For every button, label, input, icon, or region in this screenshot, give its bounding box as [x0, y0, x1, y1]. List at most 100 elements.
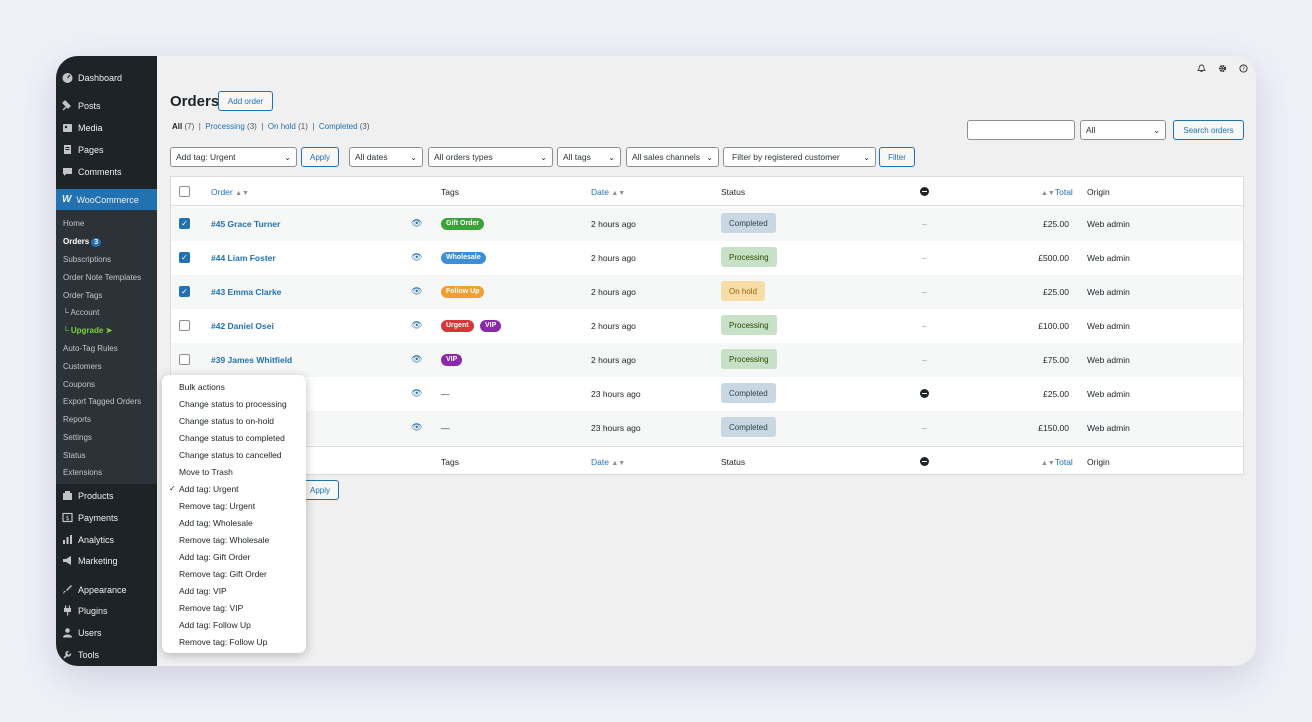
eye-icon[interactable]: 👁: [411, 354, 422, 365]
menu-products[interactable]: Products: [62, 490, 114, 501]
submenu-extensions[interactable]: Extensions: [63, 468, 102, 477]
menu-users[interactable]: Users: [62, 627, 102, 638]
table-row[interactable]: 👁 — 23 hours ago Completed – £150.00 Web…: [171, 411, 1243, 445]
order-link[interactable]: #42 Daniel Osei: [211, 321, 274, 331]
menu-option[interactable]: Remove tag: Wholesale: [179, 535, 269, 545]
menu-option[interactable]: Change status to on-hold: [179, 416, 274, 426]
menu-option[interactable]: Remove tag: Follow Up: [179, 637, 267, 647]
filter-button[interactable]: Filter: [879, 147, 915, 167]
eye-icon[interactable]: 👁: [411, 388, 422, 399]
help-icon[interactable]: ?: [1239, 64, 1248, 75]
submenu-coupons[interactable]: Coupons: [63, 380, 95, 389]
eye-icon[interactable]: 👁: [411, 320, 422, 331]
table-row[interactable]: #42 Daniel Osei 👁 Urgent VIP 2 hours ago…: [171, 309, 1243, 343]
row-checkbox[interactable]: [179, 320, 190, 331]
col-total[interactable]: ▲▼Total: [1041, 187, 1073, 197]
filter-on-hold[interactable]: On hold: [268, 122, 296, 131]
order-note-icon[interactable]: [920, 389, 929, 400]
menu-option[interactable]: Move to Trash: [179, 467, 233, 477]
menu-option[interactable]: Remove tag: Urgent: [179, 501, 255, 511]
order-link[interactable]: #39 James Whitfield: [211, 355, 292, 365]
col-date[interactable]: Date ▲▼: [591, 187, 625, 197]
filter-processing[interactable]: Processing: [205, 122, 245, 131]
submenu-auto-tag-rules[interactable]: Auto-Tag Rules: [63, 344, 118, 353]
bulk-actions-select[interactable]: Add tag: Urgent ⌄: [170, 147, 297, 167]
menu-label: Media: [78, 122, 103, 133]
order-types-select[interactable]: All orders types ⌄: [428, 147, 553, 167]
apply-button-bottom[interactable]: Apply: [301, 480, 339, 500]
col-date[interactable]: Date ▲▼: [591, 457, 625, 467]
submenu-order-tags[interactable]: Order Tags: [63, 291, 102, 300]
submenu-export-tagged-orders[interactable]: Export Tagged Orders: [63, 397, 141, 406]
submenu-customers[interactable]: Customers: [63, 362, 102, 371]
submenu-home[interactable]: Home: [63, 219, 84, 228]
submenu-account[interactable]: └ Account: [63, 308, 99, 317]
menu-comments[interactable]: Comments: [62, 166, 122, 177]
sales-channels-select[interactable]: All sales channels ⌄: [626, 147, 719, 167]
row-checkbox[interactable]: ✓: [179, 252, 190, 263]
menu-appearance[interactable]: Appearance: [62, 584, 127, 595]
menu-tools[interactable]: Tools: [62, 649, 99, 660]
menu-pages[interactable]: Pages: [62, 144, 104, 155]
menu-option[interactable]: Remove tag: VIP: [179, 603, 243, 613]
menu-marketing[interactable]: Marketing: [62, 555, 118, 566]
bell-icon[interactable]: [1197, 64, 1206, 75]
row-checkbox[interactable]: [179, 354, 190, 365]
order-link[interactable]: #45 Grace Turner: [211, 219, 280, 229]
eye-icon[interactable]: 👁: [411, 218, 422, 229]
submenu-settings[interactable]: Settings: [63, 433, 92, 442]
submenu-orders[interactable]: Orders 3: [63, 237, 102, 247]
order-link[interactable]: #44 Liam Foster: [211, 253, 276, 263]
apply-button[interactable]: Apply: [301, 147, 339, 167]
select-all-checkbox[interactable]: [179, 186, 190, 197]
table-row[interactable]: 👁 — 23 hours ago Completed £25.00 Web ad…: [171, 377, 1243, 411]
row-checkbox[interactable]: ✓: [179, 218, 190, 229]
submenu-reports[interactable]: Reports: [63, 415, 91, 424]
eye-icon[interactable]: 👁: [411, 286, 422, 297]
search-input[interactable]: [967, 120, 1075, 140]
dates-select[interactable]: All dates ⌄: [349, 147, 423, 167]
menu-option[interactable]: Remove tag: Gift Order: [179, 569, 267, 579]
table-row[interactable]: ✓ #44 Liam Foster 👁 Wholesale 2 hours ag…: [171, 241, 1243, 275]
menu-option[interactable]: Add tag: Wholesale: [179, 518, 253, 528]
search-scope-select[interactable]: All ⌄: [1080, 120, 1166, 140]
menu-payments[interactable]: $ Payments: [62, 512, 118, 523]
filter-completed[interactable]: Completed: [319, 122, 358, 131]
table-row[interactable]: ✓ #43 Emma Clarke 👁 Follow Up 2 hours ag…: [171, 275, 1243, 309]
row-checkbox[interactable]: ✓: [179, 286, 190, 297]
menu-option[interactable]: Change status to processing: [179, 399, 287, 409]
submenu-upgrade[interactable]: └ Upgrade ➤: [63, 326, 112, 335]
col-order[interactable]: Order ▲▼: [211, 187, 249, 197]
menu-option-selected[interactable]: Add tag: Urgent: [179, 484, 239, 494]
submenu-status[interactable]: Status: [63, 451, 86, 460]
menu-option[interactable]: Change status to cancelled: [179, 450, 282, 460]
menu-analytics[interactable]: Analytics: [62, 534, 114, 545]
tag-badge: VIP: [480, 320, 502, 332]
filter-all[interactable]: All: [172, 122, 182, 131]
menu-option[interactable]: Add tag: Gift Order: [179, 552, 250, 562]
customer-filter-select[interactable]: Filter by registered customer ⌄: [723, 147, 876, 167]
table-row[interactable]: ✓ #45 Grace Turner 👁 Gift Order 2 hours …: [171, 207, 1243, 241]
menu-option[interactable]: Change status to completed: [179, 433, 285, 443]
submenu-subscriptions[interactable]: Subscriptions: [63, 255, 111, 264]
menu-option[interactable]: Add tag: VIP: [179, 586, 227, 596]
chevron-down-icon: ⌄: [863, 153, 870, 162]
menu-posts[interactable]: Posts: [62, 100, 101, 111]
gear-icon[interactable]: [1218, 64, 1227, 75]
add-order-button[interactable]: Add order: [218, 91, 273, 111]
eye-icon[interactable]: 👁: [411, 252, 422, 263]
table-row[interactable]: #39 James Whitfield 👁 VIP 2 hours ago Pr…: [171, 343, 1243, 377]
menu-option[interactable]: Add tag: Follow Up: [179, 620, 251, 630]
tags-select[interactable]: All tags ⌄: [557, 147, 621, 167]
menu-media[interactable]: Media: [62, 122, 103, 133]
search-orders-button[interactable]: Search orders: [1173, 120, 1244, 140]
menu-woocommerce[interactable]: W WooCommerce: [56, 189, 157, 210]
menu-option[interactable]: Bulk actions: [179, 382, 225, 392]
submenu-order-note-templates[interactable]: Order Note Templates: [63, 273, 141, 282]
menu-dashboard[interactable]: Dashboard: [62, 72, 122, 83]
col-total[interactable]: ▲▼Total: [1041, 457, 1073, 467]
menu-plugins[interactable]: Plugins: [62, 605, 108, 616]
order-link[interactable]: #43 Emma Clarke: [211, 287, 281, 297]
order-date: 23 hours ago: [591, 389, 641, 399]
eye-icon[interactable]: 👁: [411, 422, 422, 433]
